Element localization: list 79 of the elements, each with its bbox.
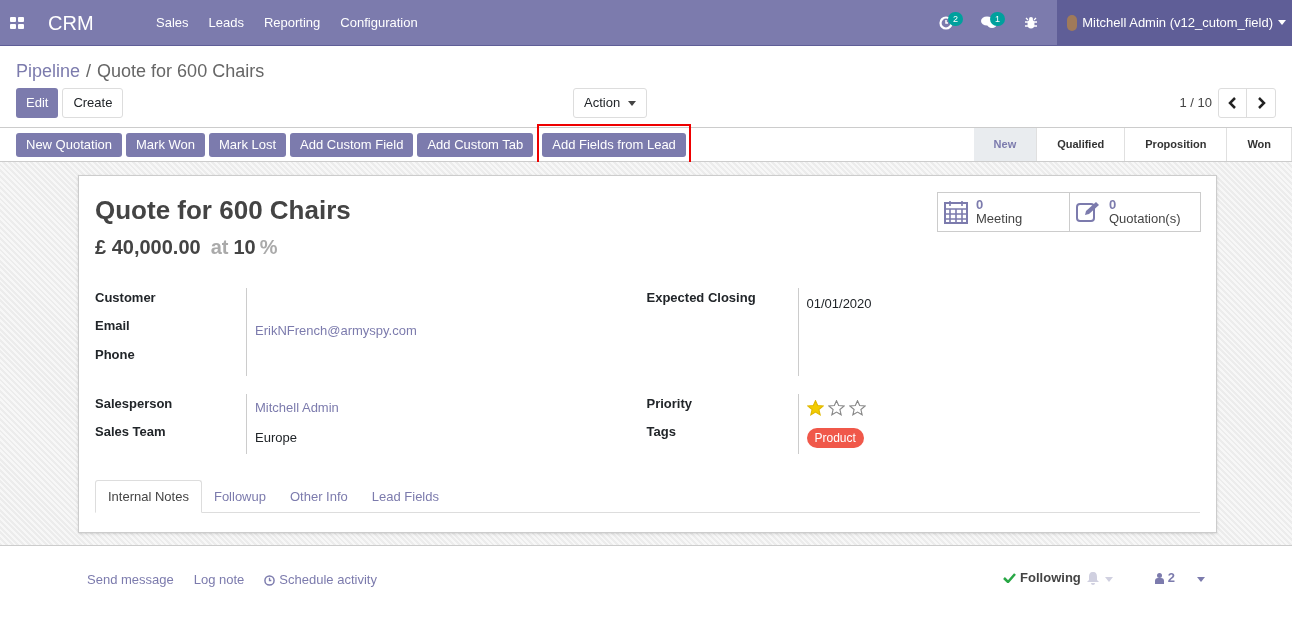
field-label: Salesperson — [95, 395, 173, 413]
notebook-tab[interactable]: Internal Notes — [95, 480, 202, 513]
field-link[interactable]: Mitchell Admin — [255, 398, 339, 418]
chatter-button[interactable]: Log note — [193, 570, 245, 590]
person-icon — [1154, 572, 1164, 584]
chatter-button[interactable]: Send message — [87, 570, 174, 590]
menu-item[interactable]: Leads — [208, 12, 244, 33]
user-menu[interactable]: Mitchell Admin (v12_cutom_field) — [1057, 0, 1292, 45]
chatter-button[interactable]: Schedule activity — [264, 570, 377, 590]
chevron-right-icon — [1256, 97, 1266, 109]
stat-label: Meeting — [976, 212, 1023, 226]
app-name: CRM — [48, 10, 95, 36]
header-button[interactable]: Add Custom Field — [290, 132, 414, 157]
field-label: Email — [95, 317, 130, 335]
menu-item[interactable]: Reporting — [263, 12, 321, 33]
chevron-left-icon — [1228, 97, 1237, 109]
priority-stars[interactable] — [806, 400, 866, 416]
stage-step[interactable]: New — [973, 128, 1038, 161]
stage-step[interactable]: Won — [1227, 128, 1292, 161]
notebook-tab[interactable]: Other Info — [277, 480, 360, 513]
edit-icon — [1076, 201, 1101, 223]
action-dropdown[interactable]: Action — [573, 88, 648, 118]
field-value: Europe — [255, 428, 297, 447]
header-button[interactable]: Mark Lost — [209, 132, 287, 157]
clock-icon — [264, 574, 276, 586]
notebook-tab[interactable]: Lead Fields — [359, 480, 451, 513]
field-label: Priority — [646, 395, 692, 413]
followers-button[interactable]: 2 — [1154, 568, 1175, 588]
field-label: Expected Closing — [646, 289, 756, 307]
tag: Product — [806, 427, 864, 448]
field-value: 01/01/2020 — [806, 294, 872, 313]
breadcrumb-link[interactable]: Pipeline — [16, 57, 81, 85]
caret-icon — [1197, 577, 1205, 583]
field-link[interactable]: ErikNFrench@armyspy.com — [255, 320, 417, 341]
menu-item[interactable]: Sales — [156, 12, 189, 33]
header-button[interactable]: Mark Won — [126, 132, 205, 157]
field-label: Tags — [646, 423, 676, 441]
notebook-tab[interactable]: Followup — [201, 480, 278, 513]
field-label: Sales Team — [95, 423, 166, 441]
clock-icon — [939, 15, 953, 30]
count-badge: 2 — [948, 12, 963, 26]
systray-button[interactable]: 1 — [969, 0, 1009, 45]
header-button[interactable]: New Quotation — [16, 132, 122, 157]
percent-sign: % — [259, 235, 278, 260]
pager-value: 1 / 10 — [1179, 94, 1212, 113]
apps-menu-icon[interactable] — [10, 16, 24, 29]
following-button[interactable]: Following — [1003, 568, 1081, 588]
count-badge: 1 — [990, 12, 1005, 26]
header-button[interactable]: Add Fields from Lead — [542, 132, 686, 157]
caret-icon — [1104, 577, 1113, 583]
avatar-icon — [1067, 14, 1078, 31]
smart-button[interactable]: 0 Meeting — [938, 193, 1069, 231]
expected-revenue: £ 40,000.00 — [95, 235, 201, 260]
breadcrumb-separator: / — [86, 59, 92, 83]
stage-step[interactable]: Qualified — [1037, 128, 1126, 161]
star-icon[interactable] — [848, 400, 866, 416]
smart-button[interactable]: 0 Quotation(s) — [1069, 193, 1200, 231]
stage-step[interactable]: Proposition — [1125, 128, 1228, 161]
caret-icon — [1278, 20, 1286, 25]
star-icon[interactable] — [827, 400, 845, 416]
create-button[interactable]: Create — [62, 88, 124, 118]
header-button[interactable]: Add Custom Tab — [417, 132, 534, 157]
systray-button[interactable]: 2 — [927, 0, 965, 45]
bug-icon — [1025, 16, 1037, 29]
stat-value: 0 — [1109, 198, 1118, 212]
field-label: Customer — [95, 289, 156, 307]
calendar-icon — [944, 200, 968, 224]
caret-icon — [628, 100, 637, 106]
breadcrumb-current: Quote for 600 Chairs — [97, 59, 265, 83]
star-icon[interactable] — [806, 400, 824, 416]
record-title: Quote for 600 Chairs — [95, 194, 351, 227]
stat-label: Quotation(s) — [1109, 212, 1181, 226]
menu-item[interactable]: Configuration — [340, 12, 418, 33]
edit-button[interactable]: Edit — [16, 88, 59, 118]
stat-value: 0 — [976, 198, 985, 212]
check-icon — [1003, 573, 1017, 583]
probability-value: 10 — [233, 235, 256, 260]
at-label: at — [210, 235, 229, 260]
field-label: Phone — [95, 346, 135, 364]
